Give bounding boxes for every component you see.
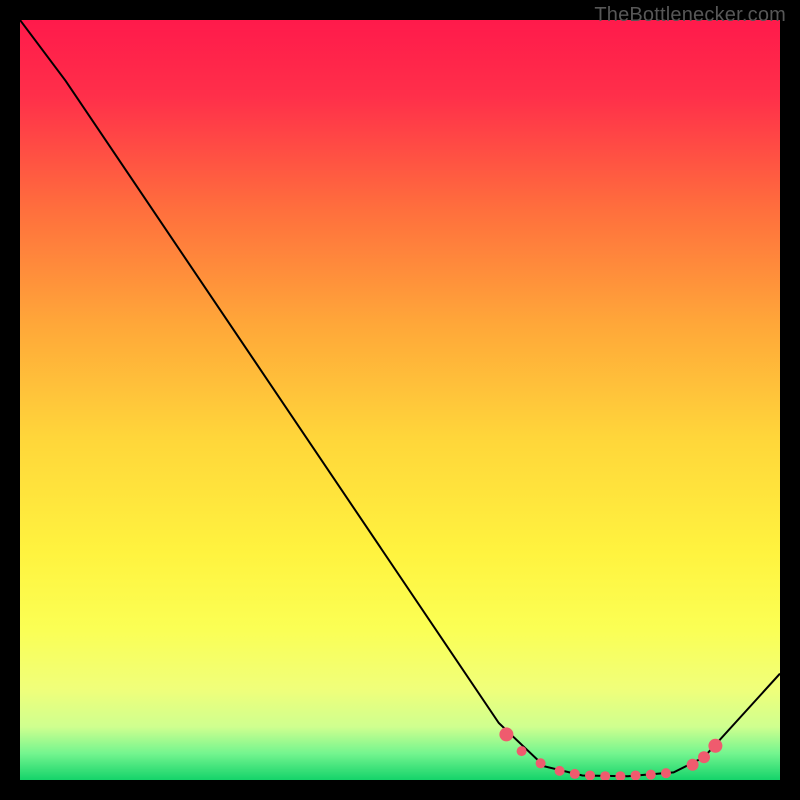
chart-stage: TheBottlenecker.com [0, 0, 800, 800]
marker-dot [536, 758, 546, 768]
marker-dot [708, 739, 722, 753]
marker-dot [570, 769, 580, 779]
marker-dot [499, 727, 513, 741]
marker-dot [687, 759, 699, 771]
watermark-text: TheBottlenecker.com [594, 4, 786, 27]
marker-dot [698, 751, 710, 763]
chart-svg [20, 20, 780, 780]
marker-dot [555, 766, 565, 776]
marker-dot [646, 770, 656, 780]
marker-dot [585, 770, 595, 780]
gradient-background [20, 20, 780, 780]
marker-dot [661, 768, 671, 778]
plot-area [20, 20, 780, 780]
marker-dot [517, 746, 527, 756]
marker-dot [631, 770, 641, 780]
